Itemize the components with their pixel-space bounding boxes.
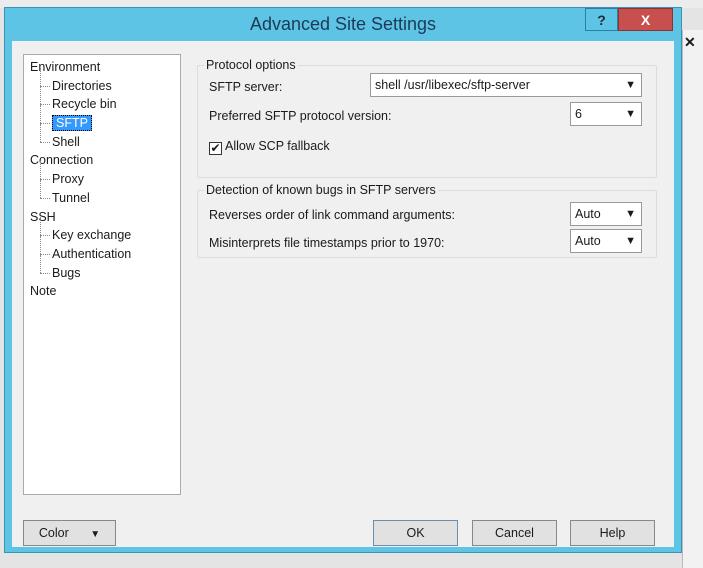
- advanced-site-settings-dialog: Advanced Site Settings ? X Environment Di…: [4, 7, 682, 553]
- tree-item-label: Bugs: [52, 265, 81, 280]
- tree-item-label: Directories: [52, 78, 112, 93]
- color-button[interactable]: Color ▼: [23, 520, 116, 546]
- sftp-server-label: SFTP server:: [209, 80, 283, 94]
- background-close-icon: ✕: [684, 34, 696, 50]
- timestamps-bug-value: Auto: [575, 234, 601, 248]
- tree-item-label: Authentication: [52, 246, 132, 261]
- help-title-button[interactable]: ?: [585, 8, 618, 31]
- help-button[interactable]: Help: [570, 520, 655, 546]
- background-window: [682, 30, 703, 568]
- tree-item-note[interactable]: Note: [30, 282, 180, 301]
- tree-item-label: SFTP: [52, 115, 92, 132]
- chevron-down-icon: ▼: [625, 108, 636, 120]
- tree-item-ssh[interactable]: SSH: [30, 208, 180, 227]
- tree-item-proxy[interactable]: Proxy: [30, 161, 180, 189]
- protocol-options-group: Protocol options SFTP server: shell /usr…: [197, 58, 657, 178]
- group-label: Detection of known bugs in SFTP servers: [204, 183, 438, 197]
- ok-button[interactable]: OK: [373, 520, 458, 546]
- cancel-button[interactable]: Cancel: [472, 520, 557, 546]
- tree-item-label: Proxy: [52, 172, 84, 187]
- settings-tree[interactable]: Environment Directories Recycle bin SFTP She…: [23, 54, 181, 495]
- tree-item-environment[interactable]: Environment: [30, 58, 180, 77]
- tree-item-label: Tunnel: [52, 190, 90, 205]
- allow-scp-fallback-checkbox[interactable]: ✔ Allow SCP fallback: [209, 139, 330, 155]
- tree-item-label: Key exchange: [52, 228, 132, 243]
- bug-detection-group: Detection of known bugs in SFTP servers …: [197, 183, 657, 258]
- dropdown-arrow-icon: ▼: [90, 529, 101, 540]
- protocol-version-select[interactable]: 6 ▼: [570, 102, 642, 126]
- tree-item-sftp[interactable]: SFTP: [30, 105, 180, 133]
- chevron-down-icon: ▼: [625, 208, 636, 220]
- group-label: Protocol options: [204, 58, 298, 72]
- tree-item-authentication[interactable]: Authentication: [30, 236, 180, 264]
- tree-item-shell[interactable]: Shell: [30, 123, 180, 152]
- tree-item-label: Recycle bin: [52, 97, 117, 112]
- tree-item-tunnel[interactable]: Tunnel: [30, 179, 180, 208]
- tree-item-connection[interactable]: Connection: [30, 151, 180, 170]
- timestamps-bug-select[interactable]: Auto ▼: [570, 229, 642, 253]
- sftp-server-value: shell /usr/libexec/sftp-server: [375, 78, 530, 92]
- tree-item-directories[interactable]: Directories: [30, 67, 180, 96]
- close-button[interactable]: X: [618, 8, 673, 31]
- color-label: Color: [38, 526, 69, 540]
- reverse-link-args-select[interactable]: Auto ▼: [570, 202, 642, 226]
- tree-item-label: Shell: [52, 134, 80, 149]
- dialog-body: Environment Directories Recycle bin SFTP She…: [12, 41, 674, 547]
- timestamps-bug-label: Misinterprets file timestamps prior to 1…: [209, 236, 445, 250]
- protocol-version-value: 6: [575, 107, 582, 121]
- checkmark-icon: ✔: [209, 141, 222, 155]
- tree-item-recycle-bin[interactable]: Recycle bin: [30, 86, 180, 114]
- tree-item-label: SSH: [30, 209, 56, 224]
- protocol-version-label: Preferred SFTP protocol version:: [209, 109, 392, 123]
- dialog-title: Advanced Site Settings: [249, 14, 437, 34]
- chevron-down-icon: ▼: [625, 79, 636, 91]
- allow-scp-fallback-label: Allow SCP fallback: [225, 139, 330, 153]
- tree-item-bugs[interactable]: Bugs: [30, 254, 180, 283]
- reverse-link-args-value: Auto: [575, 207, 601, 221]
- sftp-server-combo[interactable]: shell /usr/libexec/sftp-server ▼: [370, 73, 642, 97]
- tree-item-key-exchange[interactable]: Key exchange: [30, 217, 180, 245]
- reverse-link-args-label: Reverses order of link command arguments…: [209, 208, 455, 222]
- tree-item-label: Note: [30, 284, 57, 299]
- chevron-down-icon: ▼: [625, 235, 636, 247]
